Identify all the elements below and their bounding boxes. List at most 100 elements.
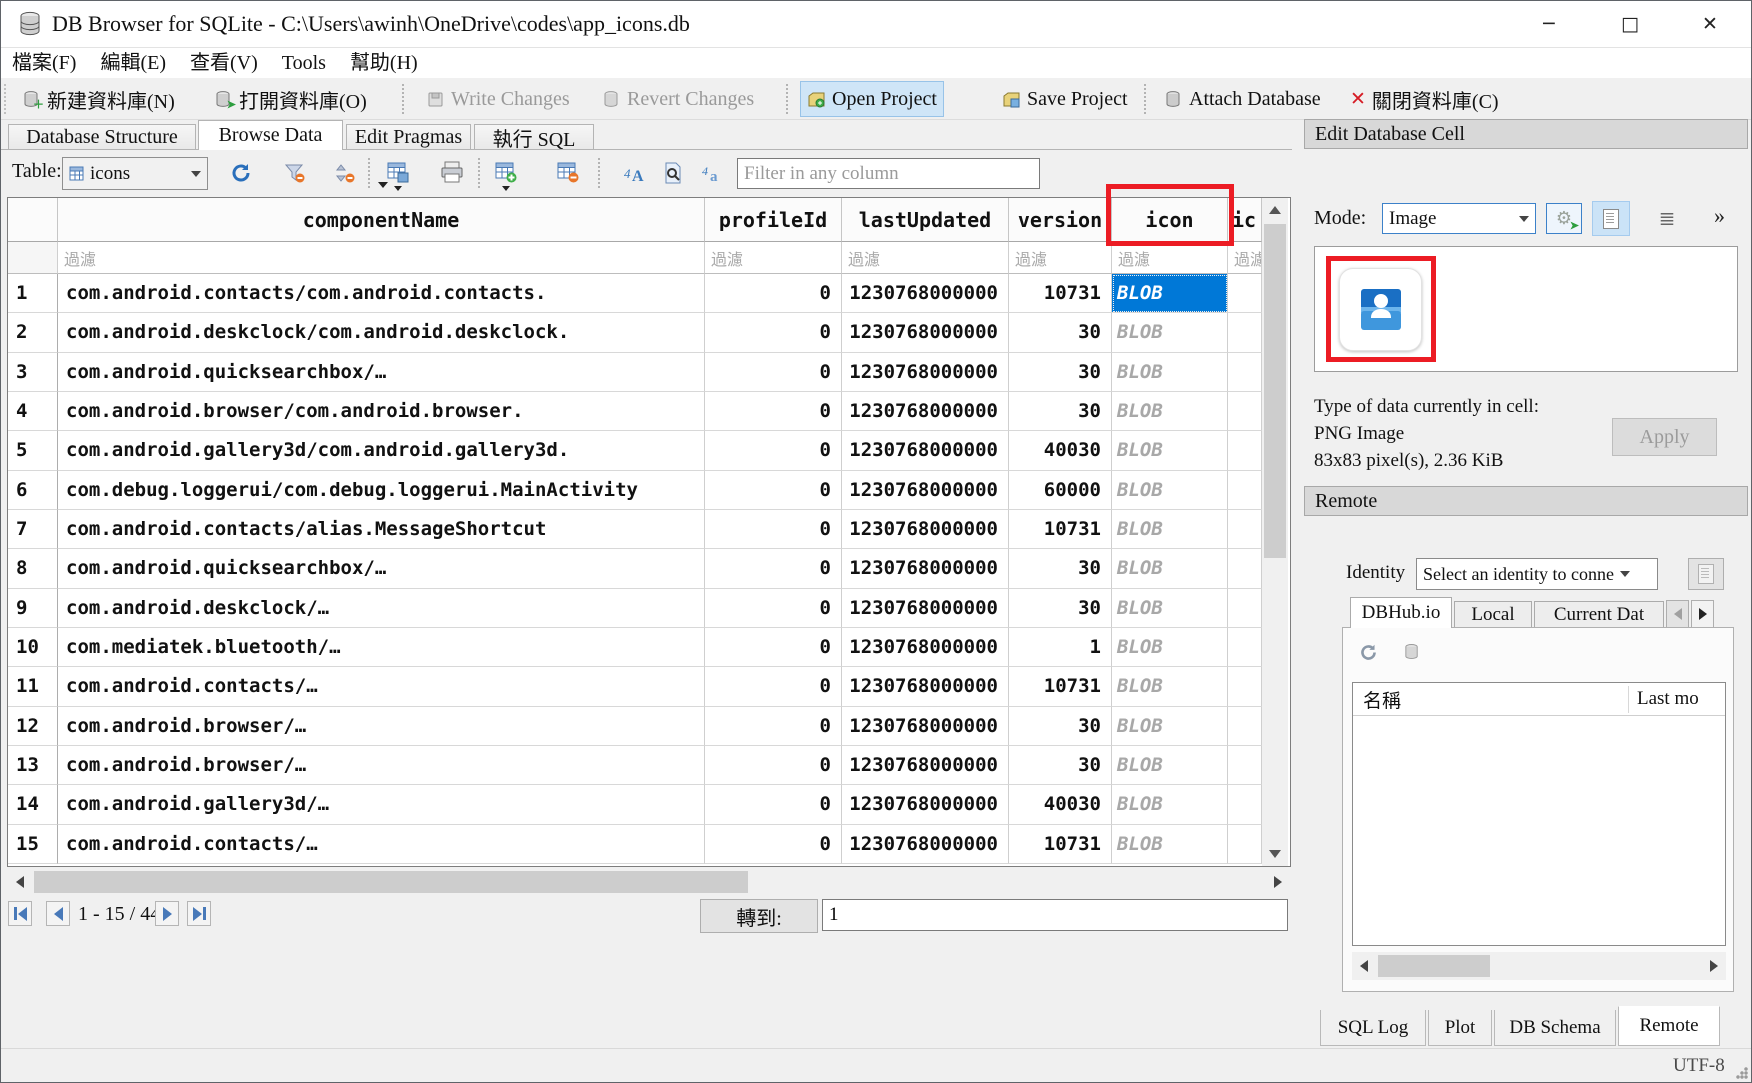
tab-edit-pragmas[interactable]: Edit Pragmas <box>346 124 471 149</box>
insert-record-icon[interactable] <box>492 158 520 186</box>
import-data-button[interactable]: ⚙ ➤ <box>1546 203 1582 234</box>
close-button[interactable]: ✕ <box>1687 0 1733 48</box>
vertical-scrollbar[interactable] <box>1262 198 1288 866</box>
remote-scroll-right-button[interactable] <box>1702 952 1726 980</box>
row-number[interactable]: 14 <box>8 785 58 824</box>
corner-header[interactable] <box>8 198 58 242</box>
cell-version[interactable]: 1 <box>1009 628 1112 667</box>
goto-record-input[interactable] <box>822 899 1288 931</box>
cell-version[interactable]: 40030 <box>1009 785 1112 824</box>
cell-partial[interactable] <box>1228 628 1262 667</box>
cell-partial[interactable] <box>1228 274 1262 313</box>
filter-input-lastUpdated[interactable]: 過濾 <box>842 242 1009 274</box>
cell-lastUpdated[interactable]: 1230768000000 <box>842 707 1009 746</box>
open-project-button[interactable]: Open Project <box>800 81 944 117</box>
scroll-down-button[interactable] <box>1262 842 1288 866</box>
filter-input-profileId[interactable]: 過濾 <box>705 242 842 274</box>
cell-componentName[interactable]: com.android.deskclock/… <box>58 589 705 628</box>
cell-profileId[interactable]: 0 <box>705 431 842 470</box>
row-number[interactable]: 8 <box>8 549 58 588</box>
column-header-lastUpdated[interactable]: lastUpdated <box>842 198 1009 242</box>
cell-partial[interactable] <box>1228 707 1262 746</box>
cell-partial[interactable] <box>1228 785 1262 824</box>
save-table-dropdown[interactable] <box>394 186 402 191</box>
row-number[interactable]: 9 <box>8 589 58 628</box>
cell-componentName[interactable]: com.android.browser/com.android.browser. <box>58 392 705 431</box>
clear-filter-icon[interactable] <box>282 160 308 186</box>
filter-input-icon[interactable]: 過濾 <box>1112 242 1228 274</box>
row-number[interactable]: 5 <box>8 431 58 470</box>
upload-database-button[interactable] <box>1688 558 1724 590</box>
cell-icon[interactable]: BLOB <box>1112 274 1228 313</box>
menu-file[interactable]: 檔案(F) <box>0 48 88 78</box>
cell-icon[interactable]: BLOB <box>1112 746 1228 785</box>
cell-partial[interactable] <box>1228 431 1262 470</box>
tab-execute-sql[interactable]: 執行 SQL <box>474 124 594 149</box>
cell-profileId[interactable]: 0 <box>705 589 842 628</box>
dock-tab-sql-log[interactable]: SQL Log <box>1320 1010 1426 1046</box>
row-number[interactable]: 7 <box>8 510 58 549</box>
cell-icon[interactable]: BLOB <box>1112 353 1228 392</box>
filter-any-column-input[interactable] <box>737 158 1040 189</box>
cell-icon[interactable]: BLOB <box>1112 510 1228 549</box>
cell-componentName[interactable]: com.android.contacts/… <box>58 825 705 864</box>
row-number[interactable]: 3 <box>8 353 58 392</box>
cell-lastUpdated[interactable]: 1230768000000 <box>842 274 1009 313</box>
tab-browse-data[interactable]: Browse Data <box>198 120 343 150</box>
cell-lastUpdated[interactable]: 1230768000000 <box>842 392 1009 431</box>
remote-horizontal-scrollbar[interactable] <box>1352 952 1726 980</box>
filter-input-version[interactable]: 過濾 <box>1009 242 1112 274</box>
row-number[interactable]: 6 <box>8 471 58 510</box>
cell-partial[interactable] <box>1228 746 1262 785</box>
cell-componentName[interactable]: com.android.contacts/… <box>58 667 705 706</box>
cell-icon[interactable]: BLOB <box>1112 825 1228 864</box>
next-page-button[interactable] <box>155 901 179 926</box>
insert-record-dropdown[interactable] <box>502 186 510 191</box>
menu-help[interactable]: 幫助(H) <box>338 48 430 78</box>
cell-version[interactable]: 10731 <box>1009 510 1112 549</box>
attach-database-button[interactable]: Attach Database <box>1158 81 1327 117</box>
cell-version[interactable]: 30 <box>1009 549 1112 588</box>
cell-componentName[interactable]: com.android.gallery3d/… <box>58 785 705 824</box>
resize-grip[interactable] <box>1736 1067 1748 1079</box>
edit-font-icon[interactable]: 4A <box>622 160 648 186</box>
row-number[interactable]: 12 <box>8 707 58 746</box>
cell-icon[interactable]: BLOB <box>1112 667 1228 706</box>
cell-lastUpdated[interactable]: 1230768000000 <box>842 746 1009 785</box>
column-header-version[interactable]: version <box>1009 198 1112 242</box>
delete-record-icon[interactable] <box>554 158 582 186</box>
word-wrap-button[interactable]: ≣ <box>1652 203 1682 234</box>
cell-lastUpdated[interactable]: 1230768000000 <box>842 510 1009 549</box>
save-table-icon[interactable] <box>384 158 412 186</box>
cell-partial[interactable] <box>1228 667 1262 706</box>
first-page-button[interactable] <box>8 901 32 926</box>
cell-icon[interactable]: BLOB <box>1112 589 1228 628</box>
tab-scroll-left-button[interactable] <box>1666 600 1689 628</box>
goto-button[interactable]: 轉到: <box>700 899 818 933</box>
cell-icon[interactable]: BLOB <box>1112 785 1228 824</box>
cell-componentName[interactable]: com.android.contacts/alias.MessageShortc… <box>58 510 705 549</box>
cell-partial[interactable] <box>1228 392 1262 431</box>
dock-tab-plot[interactable]: Plot <box>1428 1010 1492 1046</box>
remote-tab-dbhub[interactable]: DBHub.io <box>1350 597 1452 628</box>
cell-version[interactable]: 60000 <box>1009 471 1112 510</box>
row-number[interactable]: 10 <box>8 628 58 667</box>
cell-profileId[interactable]: 0 <box>705 313 842 352</box>
remote-scroll-left-button[interactable] <box>1352 952 1376 980</box>
vertical-scroll-thumb[interactable] <box>1264 224 1286 558</box>
identity-selector[interactable]: Select an identity to conne <box>1416 558 1658 590</box>
column-header-icon[interactable]: icon <box>1112 198 1228 242</box>
cell-componentName[interactable]: com.android.contacts/com.android.contact… <box>58 274 705 313</box>
row-number[interactable]: 11 <box>8 667 58 706</box>
cell-version[interactable]: 10731 <box>1009 825 1112 864</box>
minimize-button[interactable]: ─ <box>1526 0 1572 48</box>
close-database-button[interactable]: ✕ 關閉資料庫(C) <box>1344 81 1505 117</box>
cell-componentName[interactable]: com.debug.loggerui/com.debug.loggerui.Ma… <box>58 471 705 510</box>
cell-profileId[interactable]: 0 <box>705 707 842 746</box>
cell-lastUpdated[interactable]: 1230768000000 <box>842 589 1009 628</box>
row-number[interactable]: 2 <box>8 313 58 352</box>
remote-refresh-icon[interactable] <box>1356 640 1380 664</box>
cell-partial[interactable] <box>1228 510 1262 549</box>
cell-lastUpdated[interactable]: 1230768000000 <box>842 471 1009 510</box>
write-changes-button[interactable]: Write Changes <box>420 81 576 117</box>
